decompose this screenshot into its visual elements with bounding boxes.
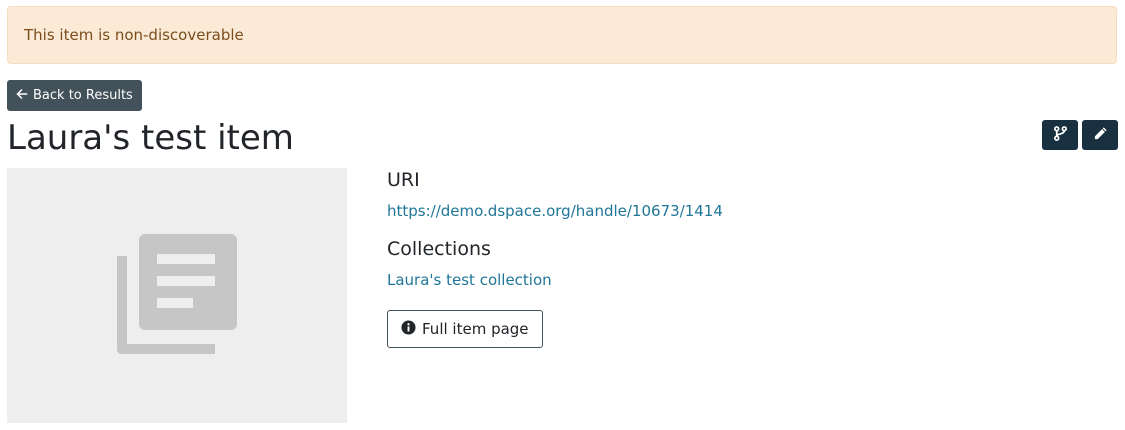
code-branch-icon: [1053, 125, 1068, 145]
uri-heading: URI: [387, 169, 420, 191]
back-to-results-button[interactable]: Back to Results: [7, 80, 142, 111]
info-circle-icon: [401, 319, 416, 339]
version-button[interactable]: [1042, 120, 1078, 150]
full-item-page-button[interactable]: Full item page: [387, 310, 543, 348]
pencil-icon: [1093, 126, 1108, 145]
non-discoverable-alert: This item is non-discoverable: [7, 6, 1117, 64]
edit-button[interactable]: [1082, 120, 1118, 150]
item-thumbnail: [7, 168, 347, 423]
collections-heading: Collections: [387, 238, 491, 260]
item-metadata: URI https://demo.dspace.org/handle/10673…: [387, 168, 1107, 291]
alert-text: This item is non-discoverable: [24, 26, 244, 44]
page-title: Laura's test item: [7, 118, 294, 158]
full-item-page-label: Full item page: [422, 320, 529, 338]
library-books-icon: [117, 233, 237, 358]
back-to-results-label: Back to Results: [33, 88, 133, 103]
uri-link[interactable]: https://demo.dspace.org/handle/10673/141…: [387, 200, 723, 222]
collection-link[interactable]: Laura's test collection: [387, 269, 552, 291]
arrow-left-icon: [16, 88, 28, 104]
